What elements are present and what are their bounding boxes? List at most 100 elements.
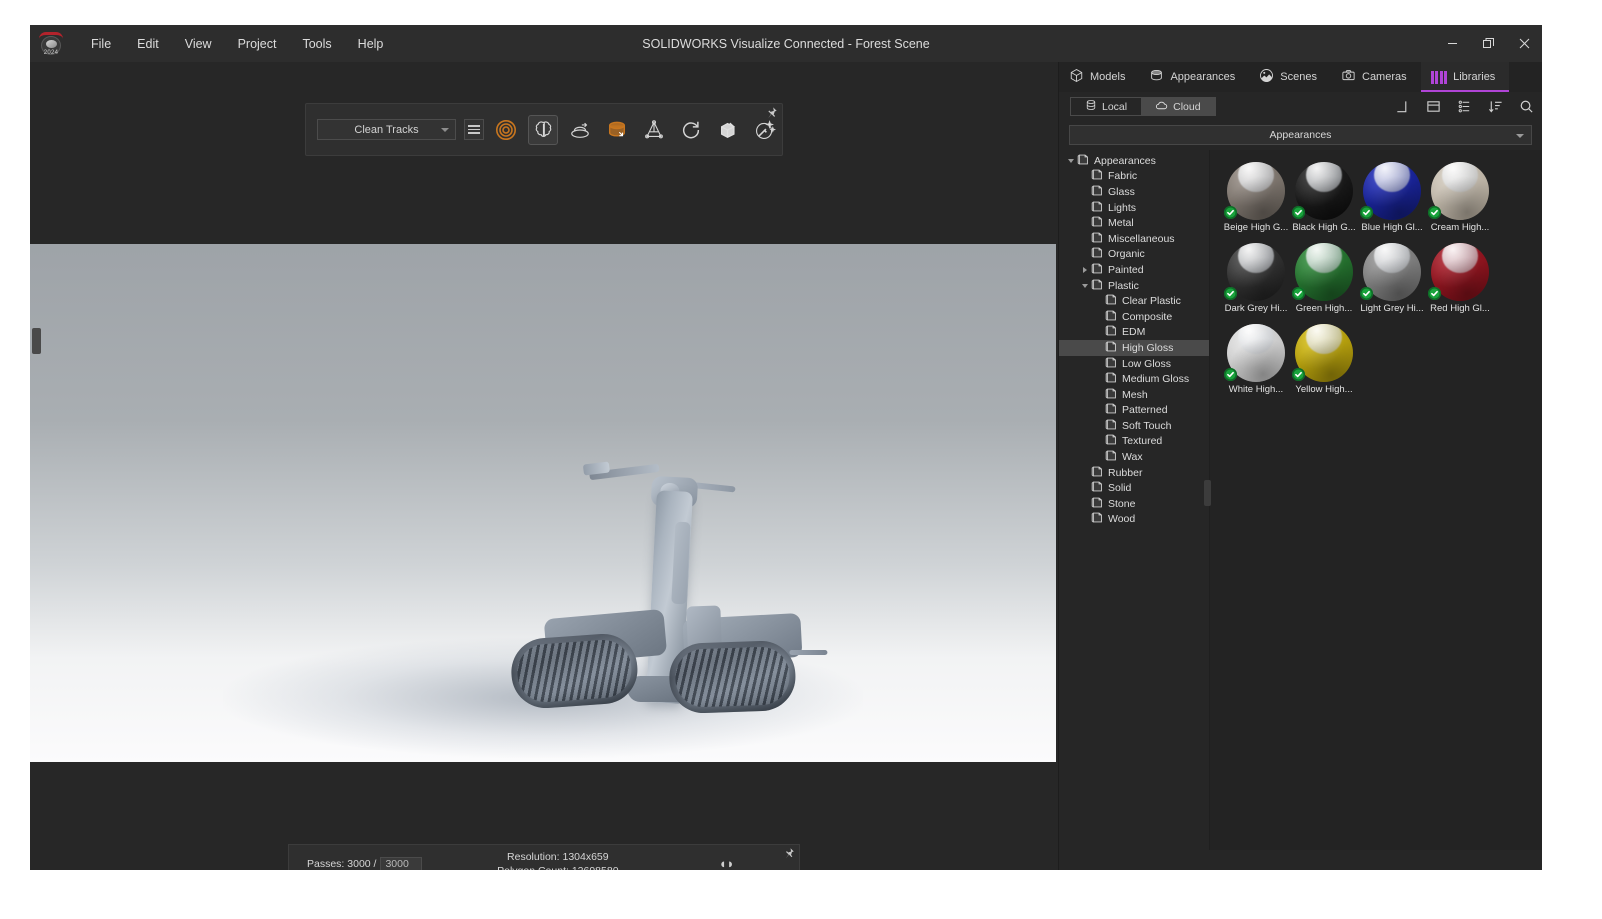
material-grid: Beige High G... Black High G... Blue High … [1222,162,1532,405]
material-item[interactable]: Cream High... [1426,162,1494,233]
tree-node-stone[interactable]: Stone [1059,496,1209,512]
material-item[interactable]: Green High... [1290,243,1358,314]
passes-total-field[interactable]: 3000 [380,856,422,870]
tree-node-label: Lights [1108,201,1137,214]
split-view-icon[interactable] [1426,99,1441,114]
tree-node-appearances[interactable]: Appearances [1059,153,1209,169]
folder-icon [1091,497,1108,511]
tree-node-organic[interactable]: Organic [1059,247,1209,263]
tree-node-clear-plastic[interactable]: Clear Plastic [1059,293,1209,309]
material-item[interactable]: White High... [1222,324,1290,395]
tab-scenes[interactable]: Scenes [1249,62,1331,92]
material-label: Red High Gl... [1430,303,1490,314]
tree-node-label: Mesh [1122,388,1148,401]
tab-cameras[interactable]: Cameras [1331,62,1421,92]
selection-set-dropdown[interactable]: Clean Tracks [317,119,456,140]
menu-help[interactable]: Help [345,33,397,55]
close-button[interactable] [1506,25,1542,62]
folder-icon [1091,512,1108,526]
tree-node-lights[interactable]: Lights [1059,200,1209,216]
tab-appearances[interactable]: Appearances [1139,62,1249,92]
logo-year: 2024 [43,49,59,56]
library-bars-icon [1430,70,1448,84]
render-viewport[interactable] [30,244,1056,762]
tree-node-rubber[interactable]: Rubber [1059,465,1209,481]
restore-button[interactable] [1470,25,1506,62]
cloud-toggle-button[interactable]: Cloud [1141,98,1215,115]
local-toggle-button[interactable]: Local [1071,98,1141,115]
material-item[interactable]: Yellow High... [1290,324,1358,395]
tree-node-high-gloss[interactable]: High Gloss [1059,340,1209,356]
folder-icon [1105,434,1122,448]
downloaded-check-icon [1224,287,1237,300]
menu-file[interactable]: File [78,33,124,55]
menu-edit[interactable]: Edit [124,33,172,55]
tree-node-metal[interactable]: Metal [1059,215,1209,231]
box-cut-icon[interactable] [713,115,743,145]
list-view-button[interactable] [464,119,484,140]
grid-options-icon[interactable] [1457,99,1472,114]
tree-node-fabric[interactable]: Fabric [1059,169,1209,185]
panel-resize-handle[interactable] [1204,480,1211,506]
camera-depth-icon[interactable] [565,115,595,145]
gpu-mode-icon: ◖◗ [718,856,735,870]
downloaded-check-icon [1224,368,1237,381]
folder-icon [1105,310,1122,324]
menu-bar: File Edit View Project Tools Help [78,33,396,55]
folder-icon [1091,216,1108,230]
camera-icon [1341,68,1356,86]
pin-icon[interactable] [782,847,795,860]
material-item[interactable]: Dark Grey Hi... [1222,243,1290,314]
viewport-resize-handle[interactable] [32,328,41,354]
tab-label: Cameras [1362,71,1407,83]
tree-node-label: Medium Gloss [1122,373,1190,386]
tree-node-mesh[interactable]: Mesh [1059,387,1209,403]
tree-node-wood[interactable]: Wood [1059,512,1209,528]
material-item[interactable]: Blue High Gl... [1358,162,1426,233]
chevron-right-icon[interactable] [1079,266,1091,273]
tree-node-glass[interactable]: Glass [1059,184,1209,200]
material-label: Green High... [1295,303,1353,314]
tree-node-solid[interactable]: Solid [1059,480,1209,496]
tree-node-patterned[interactable]: Patterned [1059,403,1209,419]
render-target-icon[interactable] [491,115,521,145]
tree-node-label: Wax [1122,451,1143,464]
tree-node-edm[interactable]: EDM [1059,325,1209,341]
minimize-button[interactable] [1434,25,1470,62]
category-dropdown[interactable]: Appearances [1069,125,1532,145]
tree-node-soft-touch[interactable]: Soft Touch [1059,418,1209,434]
tree-node-composite[interactable]: Composite [1059,309,1209,325]
tree-node-plastic[interactable]: Plastic [1059,278,1209,294]
menu-project[interactable]: Project [225,33,290,55]
collapse-panel-icon[interactable] [1395,99,1410,114]
environment-icon[interactable] [602,115,632,145]
menu-tools[interactable]: Tools [289,33,344,55]
tree-node-low-gloss[interactable]: Low Gloss [1059,356,1209,372]
tab-libraries[interactable]: Libraries [1420,62,1510,92]
tree-node-painted[interactable]: Painted [1059,262,1209,278]
sort-icon[interactable] [1488,99,1503,114]
triad-icon[interactable] [639,115,669,145]
chevron-down-icon[interactable] [1079,283,1091,288]
tree-node-label: Glass [1108,185,1135,198]
material-item[interactable]: Beige High G... [1222,162,1290,233]
material-item[interactable]: Red High Gl... [1426,243,1494,314]
tree-node-miscellaneous[interactable]: Miscellaneous [1059,231,1209,247]
chevron-down-icon[interactable] [1065,158,1077,163]
polygon-count-text: Polygon Count: 12698580 [461,864,654,871]
tab-models[interactable]: Models [1059,62,1139,92]
material-item[interactable]: Black High G... [1290,162,1358,233]
search-icon[interactable] [1519,99,1534,114]
status-render-mode: ◖◗ Stellar - Accurate - GPU Only [654,856,799,870]
folder-icon [1105,450,1122,464]
tree-node-wax[interactable]: Wax [1059,449,1209,465]
brain-ai-icon[interactable] [528,114,558,145]
material-label: Light Grey Hi... [1360,303,1424,314]
material-item[interactable]: Light Grey Hi... [1358,243,1426,314]
pin-icon[interactable] [764,106,778,120]
menu-view[interactable]: View [172,33,225,55]
tree-node-textured[interactable]: Textured [1059,434,1209,450]
tree-node-medium-gloss[interactable]: Medium Gloss [1059,371,1209,387]
source-toggle: Local Cloud [1070,97,1216,116]
rotate-icon[interactable] [676,115,706,145]
